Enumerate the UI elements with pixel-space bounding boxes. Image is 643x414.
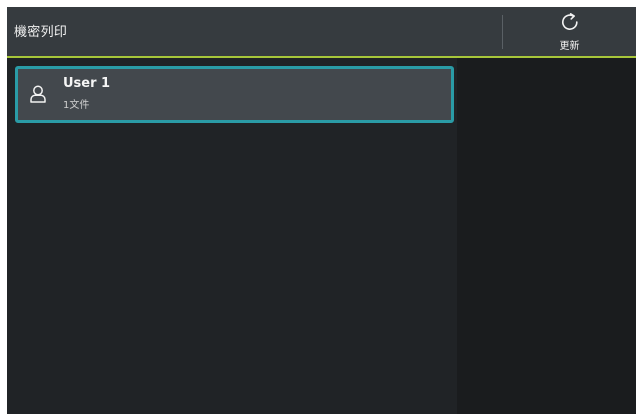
user-name: User 1 [63, 76, 111, 91]
detail-panel [457, 58, 636, 414]
printer-screen: 機密列印 更新 User 1 1文件 [7, 7, 636, 414]
user-list-panel: User 1 1文件 [7, 58, 457, 414]
user-icon [30, 85, 46, 103]
header-divider [502, 15, 503, 49]
refresh-label: 更新 [559, 41, 580, 52]
header-bar: 機密列印 更新 [7, 7, 636, 58]
refresh-icon [562, 13, 578, 30]
file-count: 1文件 [63, 100, 90, 111]
page-title: 機密列印 [14, 25, 68, 40]
refresh-button[interactable]: 更新 [547, 11, 592, 53]
list-item-user[interactable]: User 1 1文件 [15, 66, 454, 123]
